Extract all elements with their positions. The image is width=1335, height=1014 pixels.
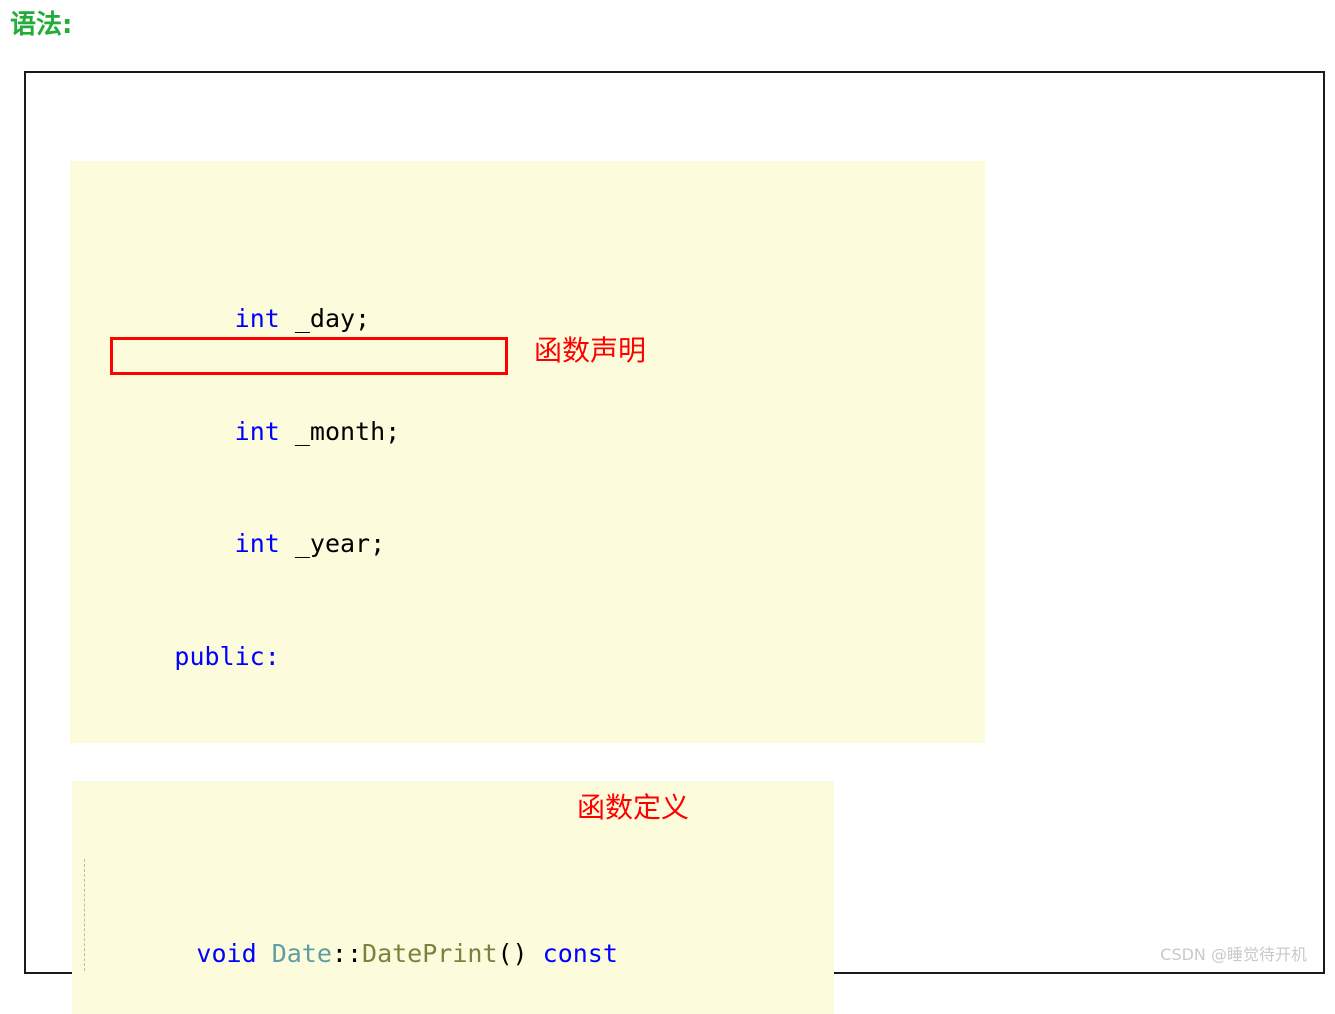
page-title: 语法:	[10, 10, 73, 40]
code-block-declaration: int _day; int _month; int _year; public:…	[70, 161, 985, 743]
content-panel: int _day; int _month; int _year; public:…	[24, 71, 1325, 1014]
code-line: int _month;	[234, 416, 401, 446]
code-block-definition: void Date::DatePrint() const { cout << "…	[72, 781, 834, 1014]
annotation-declaration: 函数声明	[534, 334, 647, 367]
watermark: CSDN @睡觉待开机	[1160, 945, 1307, 964]
code-line: int _day;	[234, 304, 371, 333]
code-line: Date(int year = 1, int month = 1, int da…	[70, 713, 985, 744]
code-block-declaration-content: int _day; int _month; int _year; public:…	[70, 161, 985, 743]
annotation-definition: 函数定义	[577, 791, 690, 824]
code-line: void Date::DatePrint() const	[196, 939, 618, 968]
code-block-definition-content: void Date::DatePrint() const { cout << "…	[76, 785, 834, 1014]
code-line: public:	[174, 641, 280, 671]
code-line: {	[76, 1010, 834, 1014]
code-line: int _year;	[234, 529, 386, 558]
